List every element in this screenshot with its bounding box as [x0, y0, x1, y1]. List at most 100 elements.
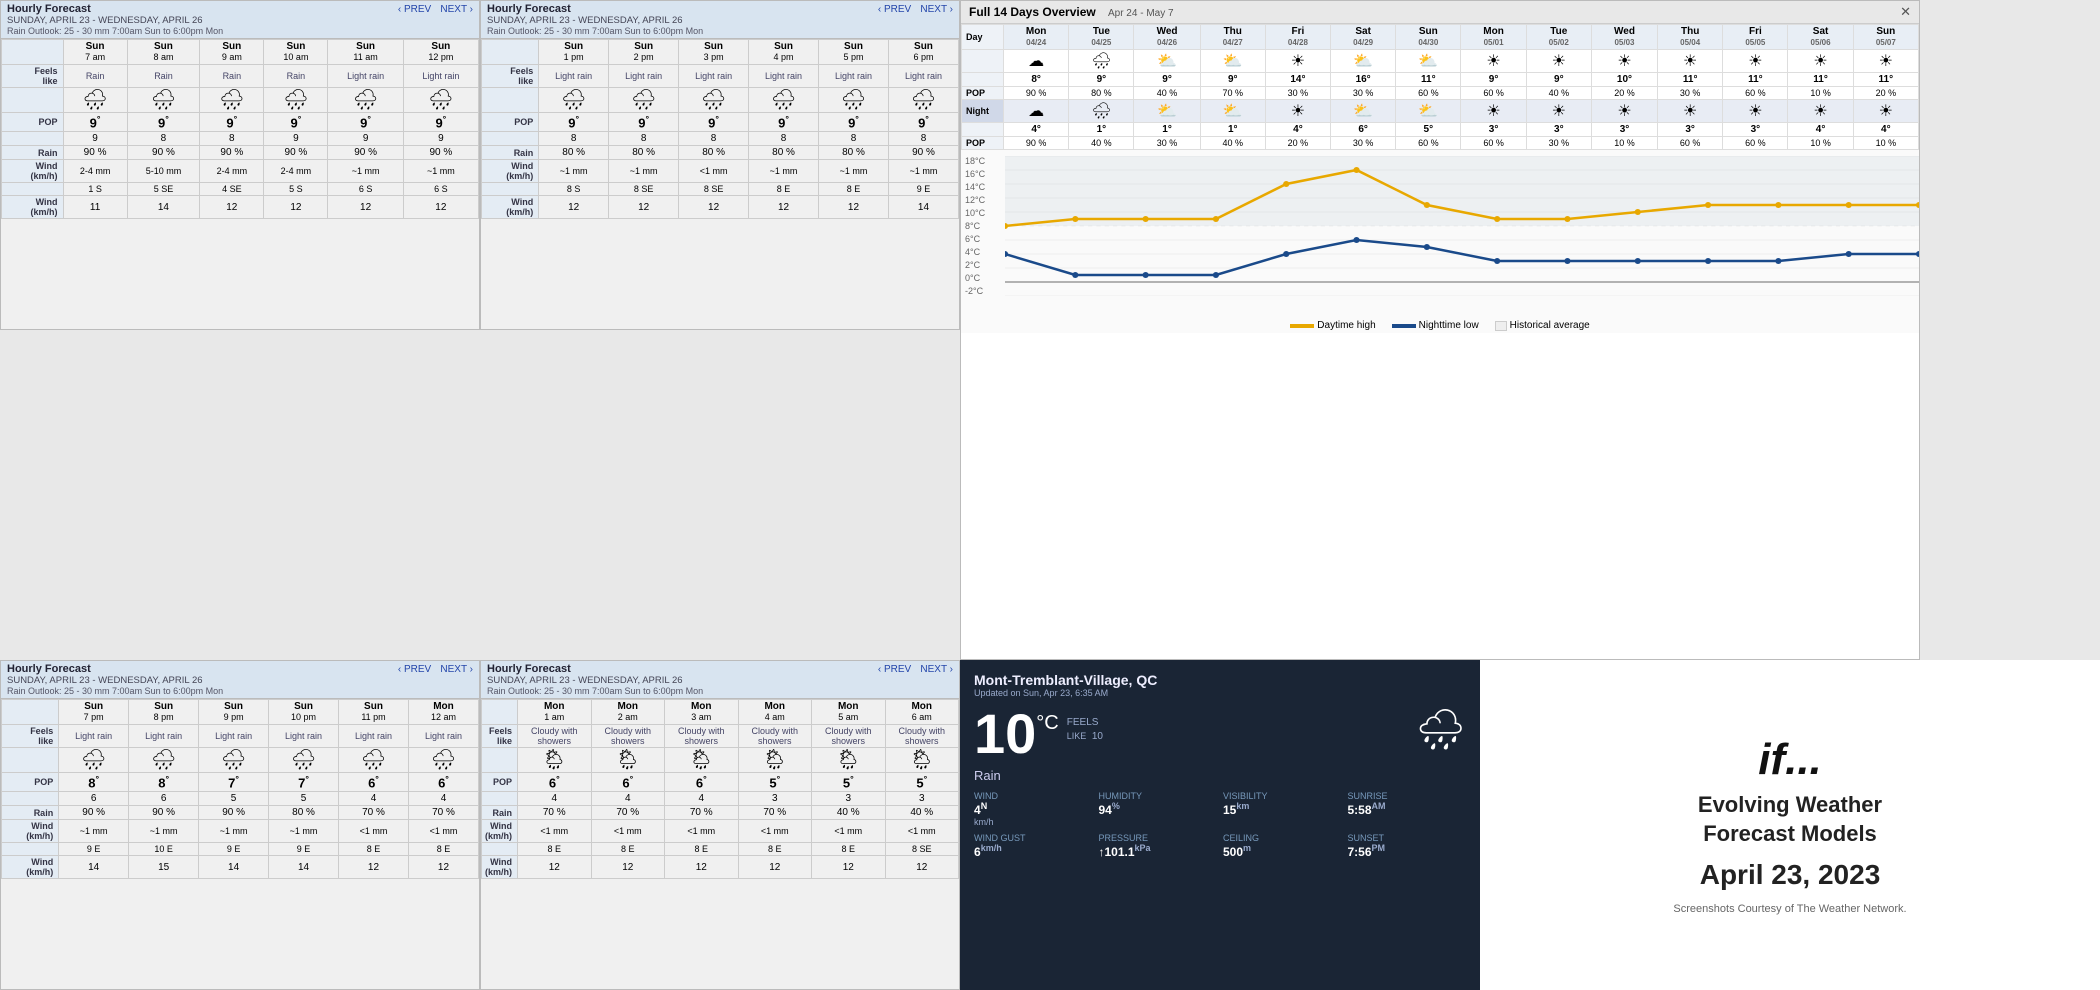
col-pop-val: 6: [129, 792, 199, 806]
col-pop-val: 8: [200, 132, 264, 146]
hourly-prev-4[interactable]: ‹ PREV: [878, 664, 911, 675]
col-condition: Cloudy with showers: [665, 725, 739, 748]
col-icon: 🌧: [200, 88, 264, 113]
if-subtitle: Evolving WeatherForecast Models: [1698, 791, 1882, 848]
hourly-prev-2[interactable]: ‹ PREV: [878, 4, 911, 15]
col-wind-mm: <1 mm: [518, 820, 592, 843]
col-rain-pct: 90 %: [888, 146, 958, 160]
col-wind-kmh: 14: [59, 856, 129, 879]
current-pressure: Pressure ↑101.1kPa: [1099, 833, 1218, 859]
hourly-subtitle-3: SUNDAY, APRIL 23 - WEDNESDAY, APRIL 26: [7, 675, 473, 686]
hourly-next-3[interactable]: NEXT ›: [440, 664, 473, 675]
hourly-prev-1[interactable]: ‹ PREV: [398, 4, 431, 15]
ov-night-pop: 60 %: [1396, 137, 1461, 150]
chart-y-label: 16°C: [965, 169, 985, 179]
col-wind-mm: ~1 mm: [199, 820, 269, 843]
ov-day-temp: 8°: [1004, 73, 1069, 87]
col-wind-kmh: 14: [269, 856, 339, 879]
col-wind-dir: 10 E: [129, 843, 199, 856]
current-temp-number: 10: [974, 706, 1036, 762]
current-humidity: Humidity 94%: [1099, 791, 1218, 827]
ov-day-pop: 10 %: [1788, 87, 1853, 100]
col-wind-mm: <1 mm: [591, 820, 665, 843]
col-rain-pct: 90 %: [199, 806, 269, 820]
col-condition: Light rain: [888, 65, 958, 88]
col-pop-val: 8: [609, 132, 679, 146]
chart-y-labels: 18°C16°C14°C12°C10°C8°C6°C4°C2°C0°C-2°C: [965, 156, 985, 296]
hourly-next-4[interactable]: NEXT ›: [920, 664, 953, 675]
legend-nighttime-color: [1392, 324, 1416, 328]
col-icon: 🌧: [63, 88, 127, 113]
col-temp: 5°: [885, 773, 959, 792]
col-day: Sun11 pm: [339, 700, 409, 725]
col-pop-val: 8: [127, 132, 200, 146]
col-day: Sun7 am: [63, 40, 127, 65]
col-wind-dir: 5 S: [264, 183, 328, 196]
col-rain-pct: 70 %: [738, 806, 812, 820]
ov-day-temp: 11°: [1853, 73, 1918, 87]
current-visibility: Visibility 15km: [1223, 791, 1342, 827]
col-day: Mon1 am: [518, 700, 592, 725]
col-rain-pct: 70 %: [408, 806, 478, 820]
current-wind-label: Wind: [974, 791, 1093, 801]
legend-daytime: Daytime high: [1290, 320, 1375, 331]
ov-day-temp: 14°: [1265, 73, 1330, 87]
col-temp: 7°: [269, 773, 339, 792]
col-day: Sun9 pm: [199, 700, 269, 725]
overview-close-button[interactable]: ✕: [1900, 4, 1911, 20]
current-condition: Rain: [974, 768, 1466, 783]
current-humidity-value: 94%: [1099, 801, 1218, 817]
col-temp: 6°: [408, 773, 478, 792]
ov-day-pop: 30 %: [1265, 87, 1330, 100]
col-wind-dir: 6 S: [328, 183, 403, 196]
ov-night-icon: ☀: [1853, 100, 1918, 123]
col-pop-val: 8: [888, 132, 958, 146]
col-rain-pct: 90 %: [403, 146, 478, 160]
ov-day-icon: ☀: [1591, 50, 1657, 73]
col-rain-pct: 90 %: [264, 146, 328, 160]
hourly-header-3: Hourly Forecast ‹ PREV NEXT › SUNDAY, AP…: [1, 661, 479, 699]
hourly-prev-3[interactable]: ‹ PREV: [398, 664, 431, 675]
ov-night-temp: 3°: [1591, 123, 1657, 137]
ov-day-pop: 60 %: [1461, 87, 1526, 100]
ov-night-icon: ⛅: [1200, 100, 1265, 123]
ov-day-temp: 11°: [1723, 73, 1788, 87]
col-icon: 🌧: [749, 88, 819, 113]
col-day: Sun6 pm: [888, 40, 958, 65]
col-icon: 🌦: [738, 748, 812, 773]
col-wind-mm: <1 mm: [339, 820, 409, 843]
col-wind-dir: 8 E: [665, 843, 739, 856]
current-pressure-label: Pressure: [1099, 833, 1218, 843]
chart-y-label: 10°C: [965, 208, 985, 218]
ov-day-temp: 10°: [1591, 73, 1657, 87]
col-rain-pct: 70 %: [591, 806, 665, 820]
col-wind-kmh: 12: [738, 856, 812, 879]
col-temp: 9°: [328, 113, 403, 132]
ov-night-pop: 90 %: [1004, 137, 1069, 150]
col-temp: 7°: [199, 773, 269, 792]
ov-night-icon: ☀: [1723, 100, 1788, 123]
ov-night-temp: 3°: [1526, 123, 1591, 137]
current-weather-icon: 🌧: [1415, 706, 1466, 753]
hourly-next-1[interactable]: NEXT ›: [440, 4, 473, 15]
ov-day-temp: 9°: [1200, 73, 1265, 87]
ov-night-temp: 4°: [1788, 123, 1853, 137]
col-rain-pct: 40 %: [812, 806, 886, 820]
col-pop-val: 3: [885, 792, 959, 806]
overview-table: DayMon04/24Tue04/25Wed04/26Thu04/27Fri04…: [961, 24, 1919, 150]
current-ceiling: Ceiling 500m: [1223, 833, 1342, 859]
hourly-next-2[interactable]: NEXT ›: [920, 4, 953, 15]
ov-night-icon: ☀: [1526, 100, 1591, 123]
ov-day-icon: ☀: [1461, 50, 1526, 73]
col-rain-pct: 70 %: [339, 806, 409, 820]
legend-nighttime: Nighttime low: [1392, 320, 1479, 331]
ov-night-icon: ☀: [1658, 100, 1723, 123]
current-feels-like-label: LIKE: [1067, 731, 1087, 741]
col-pop-val: 8: [819, 132, 889, 146]
col-day: Mon3 am: [665, 700, 739, 725]
col-icon: 🌧: [609, 88, 679, 113]
legend-daytime-color: [1290, 324, 1314, 328]
col-wind-kmh: 12: [264, 196, 328, 219]
col-rain-pct: 80 %: [609, 146, 679, 160]
col-day: Sun8 am: [127, 40, 200, 65]
